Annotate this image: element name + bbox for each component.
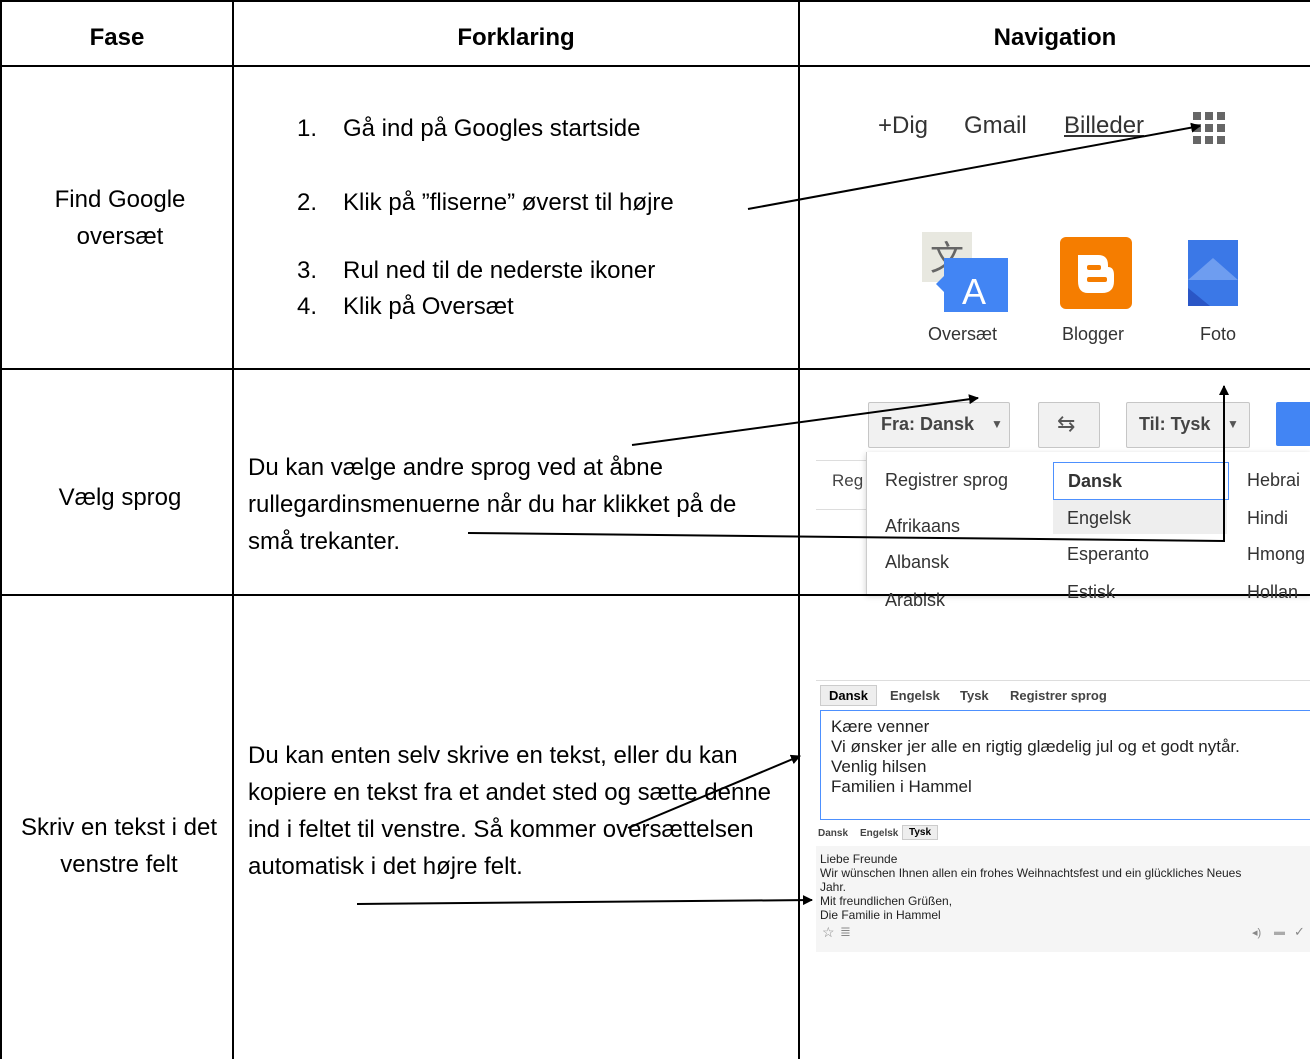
lang-option-dansk-selected[interactable]: Dansk (1053, 462, 1229, 500)
to-language-button[interactable]: Til: Tysk ▼ (1126, 402, 1250, 448)
source-tab-engelsk[interactable]: Engelsk (890, 688, 940, 703)
step-1-number: 1. (297, 115, 318, 142)
header-forklaring: Forklaring (457, 24, 575, 51)
google-link-gmail[interactable]: Gmail (964, 112, 1027, 140)
star-icon[interactable]: ☆ (822, 924, 835, 941)
apps-grid-icon[interactable] (1190, 111, 1228, 145)
target-line-5: Die Familie in Hammel (820, 908, 941, 922)
header-navigation: Navigation (993, 24, 1117, 51)
phase-write-text: Skriv en tekst i det venstre felt (20, 814, 218, 878)
table-row-divider-2 (0, 368, 1310, 370)
step-3-text: Rul ned til de nederste ikoner (343, 257, 656, 284)
target-line-4: Mit freundlichen Grüßen, (820, 894, 953, 908)
target-tab-bar: Dansk Engelsk Tysk (816, 824, 1310, 844)
phase-choose-language: Vælg sprog (58, 484, 182, 511)
table-row-divider-1 (0, 65, 1310, 67)
lang-option-detect[interactable]: Registrer sprog (885, 470, 1008, 491)
source-line-2: Vi ønsker jer alle en rigtig glædelig ju… (831, 737, 1240, 756)
translate-panel: Dansk Engelsk Tysk Registrer sprog Kære … (816, 680, 1310, 952)
translate-button[interactable] (1276, 402, 1310, 446)
source-tab-tysk[interactable]: Tysk (960, 688, 989, 703)
source-line-4: Familien i Hammel (831, 777, 972, 796)
row2-explanation: Du kan vælge andre sprog ved at åbne rul… (248, 454, 737, 555)
phase-find-google-translate: Find Google oversæt (54, 186, 186, 250)
target-tab-engelsk[interactable]: Engelsk (860, 828, 898, 839)
source-tab-dansk[interactable]: Dansk (820, 685, 878, 706)
arrow-to-target-text (356, 895, 813, 906)
table-border-left (0, 0, 2, 1059)
header-fase: Fase (89, 24, 145, 51)
lang-option-engelsk-label: Engelsk (1067, 508, 1132, 528)
table-divider-2 (798, 0, 800, 1059)
translate-app-icon[interactable]: 文 A (922, 232, 1008, 312)
blogger-app-icon[interactable] (1060, 237, 1132, 309)
check-icon[interactable]: ✓ (1294, 924, 1305, 940)
step-2-text: Klik på ”fliserne” øverst til højre (343, 189, 674, 216)
app-label-translate: Oversæt (928, 324, 998, 344)
lang-option-hmong[interactable]: Hmong (1247, 544, 1305, 565)
target-tab-dansk[interactable]: Dansk (818, 828, 848, 839)
table-divider-1 (232, 0, 234, 1059)
source-tab-detect[interactable]: Registrer sprog (1010, 688, 1107, 703)
target-line-1: Liebe Freunde (820, 852, 898, 866)
swap-icon: ⇆ (1057, 411, 1076, 436)
svg-text:A: A (962, 271, 986, 312)
source-tab-bar: Dansk Engelsk Tysk Registrer sprog (816, 680, 1310, 707)
step-4-number: 4. (297, 293, 318, 320)
swap-languages-button[interactable]: ⇆ (1038, 402, 1100, 448)
side-remnant-label: Reg (832, 471, 864, 490)
target-line-2: Wir wünschen Ihnen allen ein frohes Weih… (820, 866, 1242, 880)
lang-option-hollandsk[interactable]: Hollan (1247, 582, 1298, 603)
from-dropdown-triangle-icon[interactable]: ▼ (991, 417, 1003, 431)
google-link-images[interactable]: Billeder (1064, 112, 1144, 140)
list-icon[interactable]: ≣ (840, 924, 851, 940)
photos-app-icon[interactable] (1188, 240, 1238, 306)
step-2-number: 2. (297, 189, 318, 216)
lang-option-esperanto[interactable]: Esperanto (1067, 544, 1149, 565)
table-border-top (0, 0, 1310, 2)
instruction-table: Fase Forklaring Navigation Find Google o… (0, 0, 1310, 1059)
target-line-3: Jahr. (820, 880, 847, 894)
language-dropdown-menu: Registrer sprog Afrikaans Albansk Arabis… (866, 452, 1310, 610)
step-3-number: 3. (297, 257, 318, 284)
row3-explanation: Du kan enten selv skrive en tekst, eller… (248, 742, 772, 880)
lang-option-dansk-label: Dansk (1068, 471, 1123, 491)
source-line-3: Venlig hilsen (831, 757, 927, 776)
source-text-input[interactable]: Kære venner Vi ønsker jer alle en rigtig… (820, 710, 1310, 820)
source-line-1: Kære venner (831, 717, 930, 736)
lang-option-hindi[interactable]: Hindi (1247, 508, 1288, 529)
speaker-icon[interactable]: ◂) (1252, 926, 1261, 939)
lang-option-albansk[interactable]: Albansk (885, 552, 949, 573)
app-label-blogger: Blogger (1062, 324, 1125, 344)
target-text-output: Liebe Freunde Wir wünschen Ihnen allen e… (816, 846, 1310, 952)
app-label-photos: Foto (1200, 324, 1237, 344)
lang-option-estisk[interactable]: Estisk (1067, 582, 1115, 603)
to-language-label: Til: Tysk (1139, 414, 1211, 434)
from-language-button[interactable]: Fra: Dansk ▼ (868, 402, 1010, 448)
lang-option-hebraisk[interactable]: Hebrai (1247, 470, 1300, 491)
google-link-plus[interactable]: +Dig (878, 112, 928, 140)
lang-option-engelsk[interactable]: Engelsk (1053, 500, 1227, 534)
step-4-text: Klik på Oversæt (343, 293, 514, 320)
lang-option-arabisk[interactable]: Arabisk (885, 590, 945, 611)
step-1-text: Gå ind på Googles startside (343, 115, 641, 142)
from-language-label: Fra: Dansk (881, 414, 975, 434)
target-tab-tysk[interactable]: Tysk (902, 825, 939, 840)
to-dropdown-triangle-icon[interactable]: ▼ (1227, 417, 1239, 431)
side-remnant-box: Reg (816, 460, 868, 510)
lang-option-afrikaans[interactable]: Afrikaans (885, 516, 960, 537)
comment-icon[interactable]: ▬ (1274, 926, 1285, 938)
